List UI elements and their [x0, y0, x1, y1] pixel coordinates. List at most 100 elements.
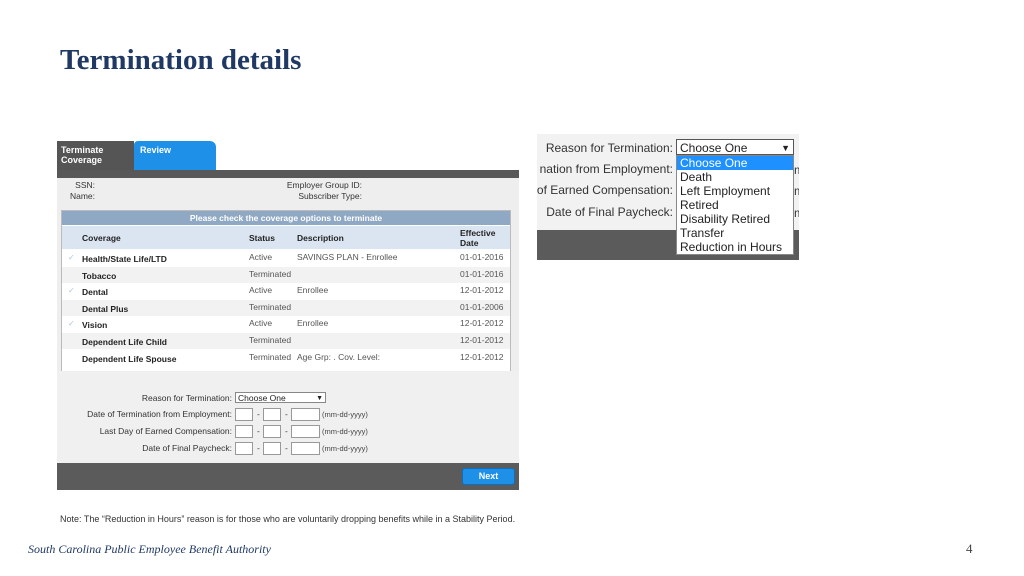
- terminate-coverage-screenshot: Terminate Coverage Review SSN: Name: Emp…: [57, 139, 519, 490]
- coverage-cell: Vision: [82, 320, 108, 331]
- dropdown-option[interactable]: Disability Retired: [677, 212, 793, 226]
- date-format-hint: (mm-dd-yyyy): [322, 427, 368, 436]
- status-cell: Active: [249, 285, 273, 296]
- date-separator: -: [285, 426, 288, 436]
- dropdown-option[interactable]: Left Employment: [677, 184, 793, 198]
- table-row[interactable]: Dental Plus Terminated 01-01-2006: [62, 299, 510, 316]
- date-separator: -: [257, 443, 260, 453]
- status-cell: Terminated: [249, 351, 292, 362]
- coverage-cell: Tobacco: [82, 270, 117, 281]
- termination-form: Reason for Termination: Choose One ▼ Dat…: [57, 371, 519, 463]
- coverage-cell: Dependent Life Child: [82, 337, 167, 347]
- col-coverage: Coverage: [82, 233, 121, 243]
- dropdown-selected-value: Choose One: [680, 141, 748, 155]
- date-cell: 12-01-2012: [460, 351, 504, 362]
- dropdown-reason-select[interactable]: Choose One ▼: [676, 139, 794, 155]
- reason-dropdown-screenshot: Reason for Termination: nation from Empl…: [537, 134, 799, 260]
- date-cell: 12-01-2012: [460, 335, 504, 345]
- date-separator: -: [257, 409, 260, 419]
- table-row[interactable]: Dependent Life Child Terminated 12-01-2012: [62, 333, 510, 349]
- dropdown-options-list: Choose One Death Left Employment Retired Dis…: [676, 155, 794, 255]
- ssn-label: SSN:: [75, 180, 95, 190]
- note-text: Note: The “Reduction in Hours” reason is…: [60, 514, 516, 524]
- table-row[interactable]: ✓ Health/State Life/LTD Active SAVINGS PLAN…: [62, 250, 510, 266]
- group-subscriber-labels: Employer Group ID: Subscriber Type:: [257, 180, 362, 202]
- next-button[interactable]: Next: [462, 468, 515, 485]
- date-separator: -: [285, 409, 288, 419]
- date-format-hint: (mm-dd-yyyy): [322, 410, 368, 419]
- tab-review[interactable]: Review: [134, 141, 216, 170]
- date-input[interactable]: [235, 442, 253, 455]
- coverage-cell: Dental: [82, 287, 108, 298]
- earned-compensation-label: Last Day of Earned Compensation:: [99, 426, 232, 436]
- date-input[interactable]: [263, 408, 281, 421]
- date-cell: 01-01-2006: [460, 301, 504, 312]
- col-status: Status: [249, 233, 275, 243]
- name-label: Name:: [69, 191, 95, 201]
- dropdown-option[interactable]: Transfer: [677, 226, 793, 240]
- date-input[interactable]: [291, 408, 320, 421]
- date-input[interactable]: [291, 425, 320, 438]
- description-cell: Enrollee: [297, 318, 329, 329]
- footer-bar: Next: [57, 463, 519, 490]
- chevron-down-icon: ▼: [316, 395, 323, 402]
- status-cell: Active: [249, 252, 273, 262]
- coverage-cell: Health/State Life/LTD: [82, 254, 167, 264]
- dropdown-option[interactable]: Death: [677, 170, 793, 184]
- clipped-text: m: [794, 163, 799, 177]
- tab-underline-bar: [57, 170, 519, 178]
- tab-terminate-coverage[interactable]: Terminate Coverage: [57, 141, 134, 170]
- date-input[interactable]: [291, 442, 320, 455]
- reason-select[interactable]: Choose One ▼: [235, 392, 326, 403]
- dropdown-employment-label: nation from Employment:: [539, 162, 673, 176]
- description-cell: Age Grp: . Cov. Level:: [297, 351, 380, 362]
- coverage-cell: Dependent Life Spouse: [82, 353, 177, 364]
- col-effective-date: Effective Date: [460, 228, 496, 248]
- table-row[interactable]: ✓ Dental Active Enrollee 12-01-2012: [62, 283, 510, 299]
- checkbox-icon[interactable]: ✓: [68, 319, 75, 328]
- status-cell: Terminated: [249, 335, 292, 345]
- table-row[interactable]: ✓ Vision Active Enrollee 12-01-2012: [62, 316, 510, 332]
- coverage-table: Please check the coverage options to ter…: [61, 210, 511, 372]
- termination-date-label: Date of Termination from Employment:: [87, 409, 232, 419]
- tab-bar: Terminate Coverage Review: [57, 139, 519, 170]
- date-cell: 01-01-2016: [460, 268, 504, 279]
- date-cell: 12-01-2012: [460, 285, 504, 296]
- date-input[interactable]: [263, 425, 281, 438]
- date-input[interactable]: [235, 408, 253, 421]
- checkbox-icon[interactable]: ✓: [68, 253, 75, 262]
- status-cell: Terminated: [249, 301, 292, 312]
- coverage-table-header: Please check the coverage options to ter…: [62, 211, 510, 225]
- status-cell: Active: [249, 318, 273, 329]
- date-input[interactable]: [263, 442, 281, 455]
- dropdown-option[interactable]: Reduction in Hours: [677, 240, 793, 254]
- dropdown-earned-label: of Earned Compensation:: [537, 183, 673, 197]
- employer-group-label: Employer Group ID:: [286, 180, 362, 190]
- reason-select-value: Choose One: [238, 393, 286, 403]
- date-separator: -: [285, 443, 288, 453]
- dropdown-paycheck-label: Date of Final Paycheck:: [546, 205, 673, 219]
- page-number: 4: [966, 541, 973, 556]
- chevron-down-icon: ▼: [781, 143, 790, 153]
- date-format-hint: (mm-dd-yyyy): [322, 444, 368, 453]
- col-description: Description: [297, 233, 344, 243]
- subscriber-type-label: Subscriber Type:: [298, 191, 362, 201]
- checkbox-icon[interactable]: ✓: [68, 286, 75, 295]
- table-row[interactable]: Tobacco Terminated 01-01-2016: [62, 266, 510, 283]
- final-paycheck-label: Date of Final Paycheck:: [142, 443, 232, 453]
- dropdown-reason-label: Reason for Termination:: [545, 141, 673, 155]
- date-input[interactable]: [235, 425, 253, 438]
- ssn-name-labels: SSN: Name:: [67, 180, 95, 202]
- coverage-cell: Dental Plus: [82, 303, 129, 314]
- dropdown-option[interactable]: Choose One: [677, 156, 793, 170]
- table-row[interactable]: Dependent Life Spouse Terminated Age Grp: …: [62, 350, 510, 366]
- footer-organization: South Carolina Public Employee Benefit A…: [28, 542, 271, 556]
- description-cell: Enrollee: [297, 285, 329, 296]
- clipped-text: m: [794, 184, 799, 198]
- slide-title: Termination details: [60, 44, 302, 76]
- date-separator: -: [257, 426, 260, 436]
- reason-label: Reason for Termination:: [141, 393, 232, 403]
- dropdown-option[interactable]: Retired: [677, 198, 793, 212]
- column-headers: Coverage Status Description Effective Da…: [62, 226, 510, 249]
- date-cell: 12-01-2012: [460, 318, 504, 329]
